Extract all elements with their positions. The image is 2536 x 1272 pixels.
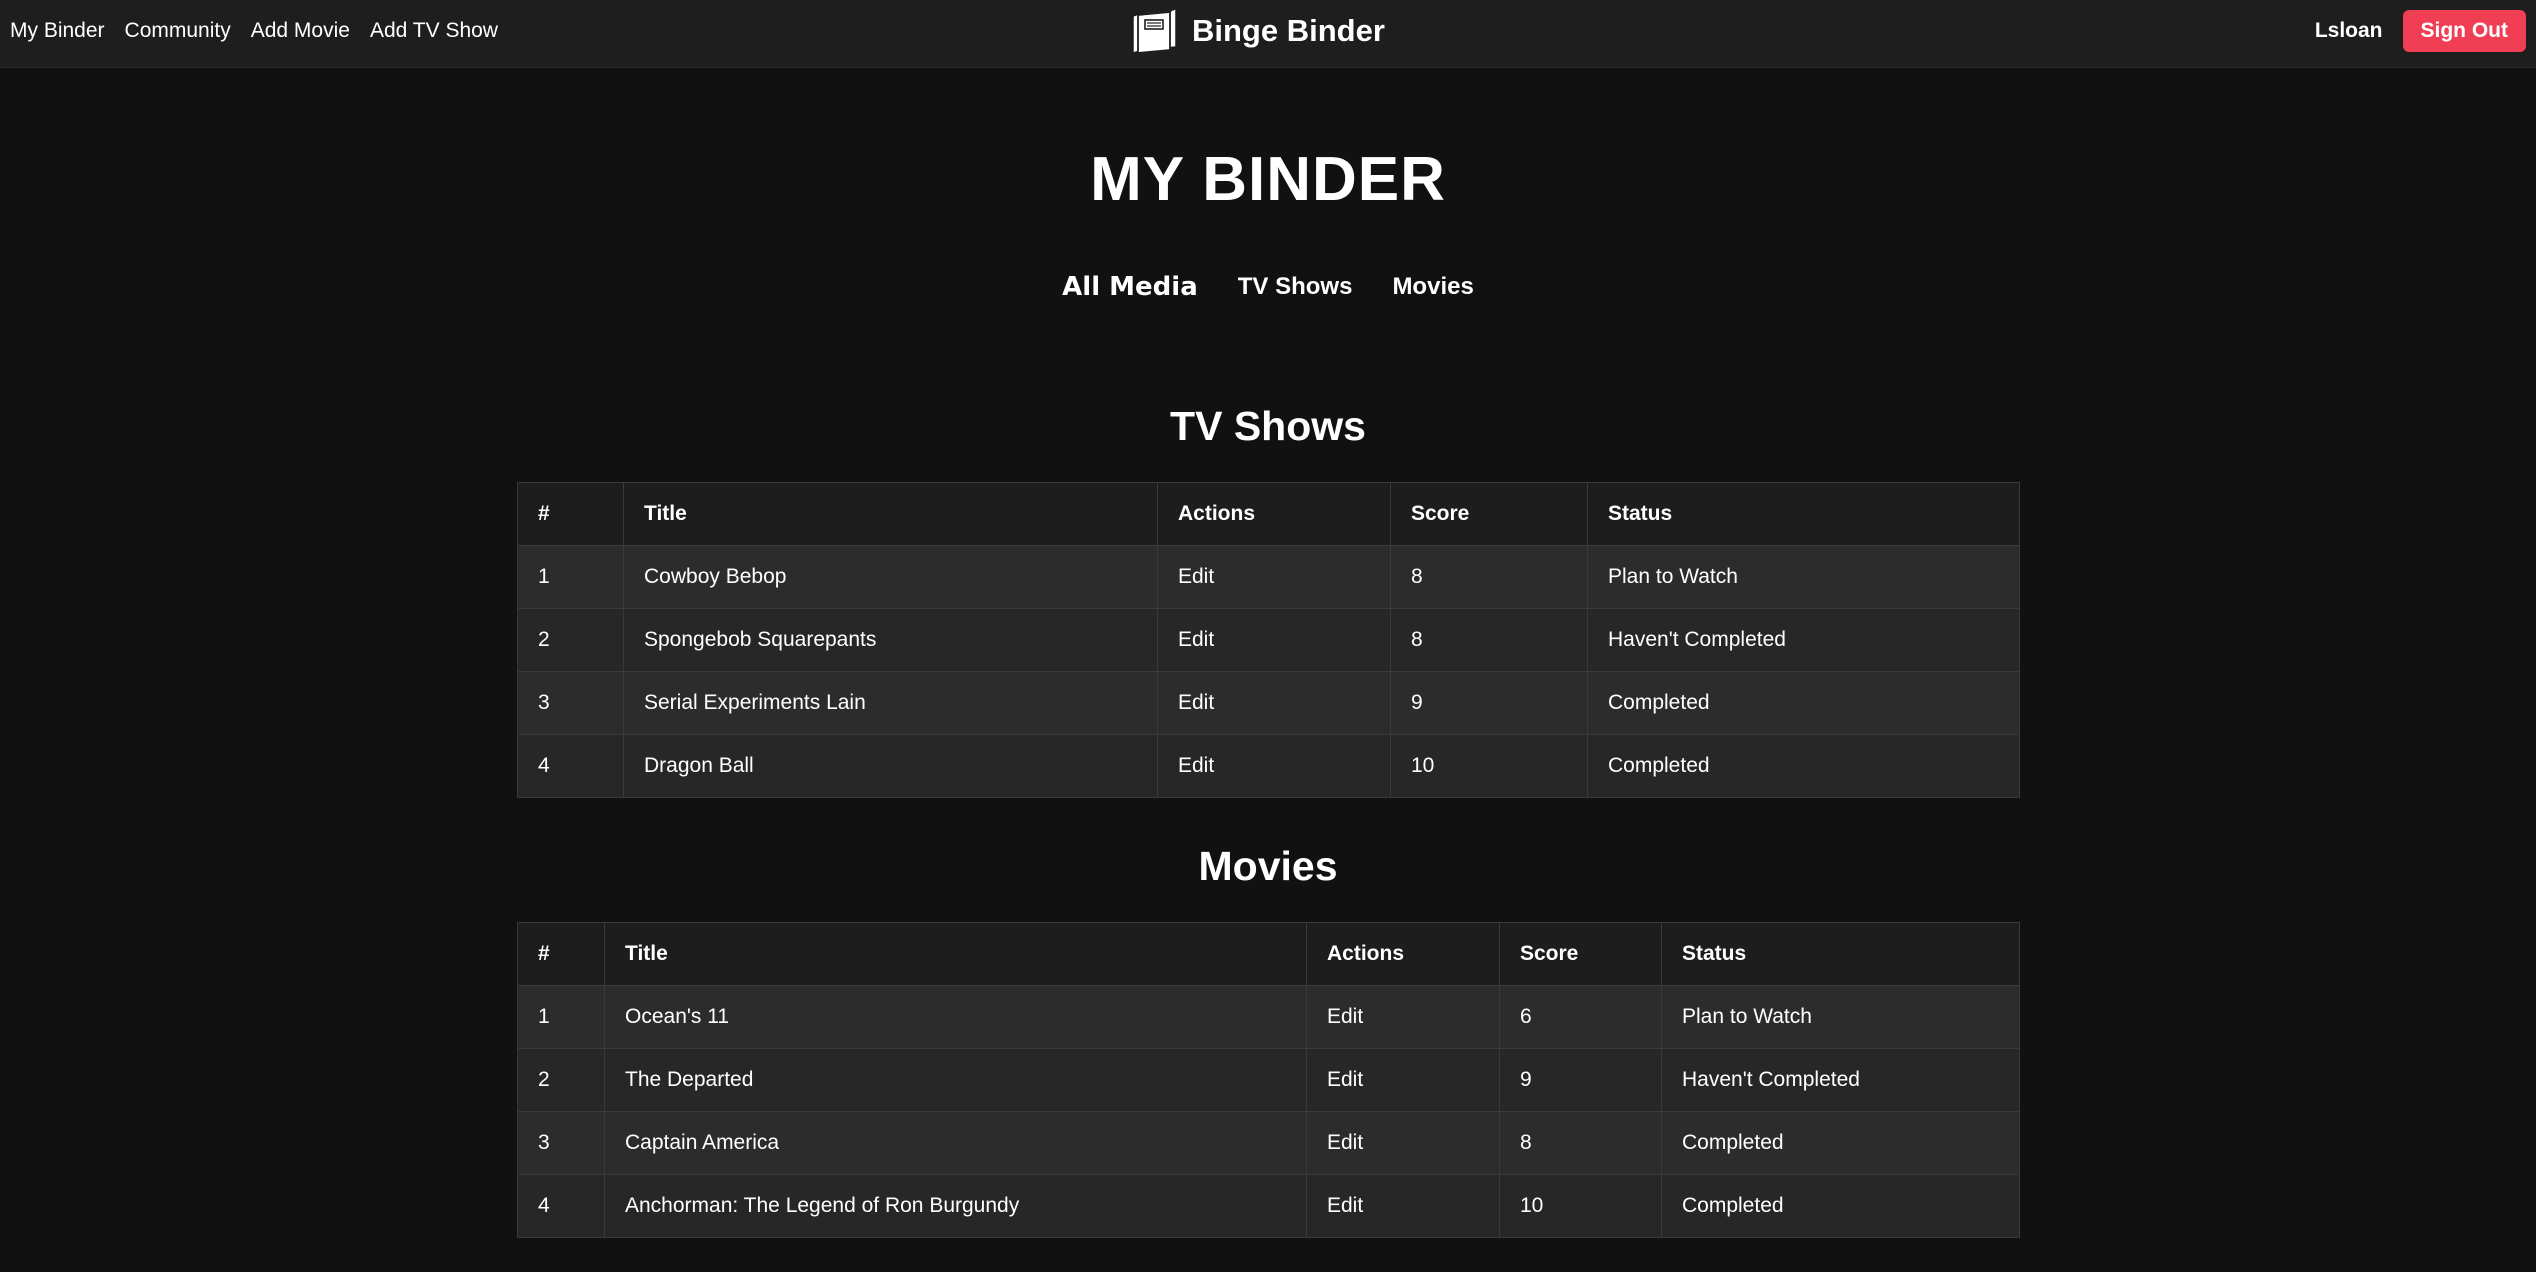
row-title: Ocean's 11 [604, 985, 1307, 1049]
nav-user-area: Lsloan Sign Out [2315, 0, 2526, 62]
row-title: Cowboy Bebop [623, 545, 1158, 609]
row-status: Haven't Completed [1587, 608, 2020, 672]
nav-links: My Binder Community Add Movie Add TV Sho… [10, 0, 498, 62]
row-score: 9 [1390, 671, 1588, 735]
column-header-title: Title [623, 482, 1158, 546]
row-number: 4 [517, 734, 624, 798]
table-row: 3 Serial Experiments Lain Edit 9 Complet… [517, 671, 2020, 735]
table-row: 4 Dragon Ball Edit 10 Completed [517, 734, 2020, 798]
column-header-status: Status [1587, 482, 2020, 546]
edit-link[interactable]: Edit [1306, 1111, 1500, 1175]
row-status: Completed [1661, 1111, 2020, 1175]
table-row: 1 Cowboy Bebop Edit 8 Plan to Watch [517, 545, 2020, 609]
brand[interactable]: Binge Binder [1130, 0, 1385, 62]
row-number: 4 [517, 1174, 605, 1238]
binder-icon [1132, 8, 1177, 54]
row-number: 3 [517, 1111, 605, 1175]
row-status: Completed [1587, 734, 2020, 798]
tab-all-media[interactable]: All Media [1062, 272, 1198, 302]
brand-name: Binge Binder [1192, 13, 1385, 48]
row-title: Anchorman: The Legend of Ron Burgundy [604, 1174, 1307, 1238]
column-header-score: Score [1390, 482, 1588, 546]
column-header-actions: Actions [1157, 482, 1391, 546]
table-row: 2 The Departed Edit 9 Haven't Completed [517, 1048, 2020, 1112]
tab-tv-shows[interactable]: TV Shows [1238, 273, 1353, 301]
movies-table: # Title Actions Score Status 1 Ocean's 1… [517, 922, 2020, 1238]
row-status: Haven't Completed [1661, 1048, 2020, 1112]
edit-link[interactable]: Edit [1157, 671, 1391, 735]
nav-add-tv-show-link[interactable]: Add TV Show [370, 19, 498, 43]
table-row: 4 Anchorman: The Legend of Ron Burgundy … [517, 1174, 2020, 1238]
row-title: Dragon Ball [623, 734, 1158, 798]
row-title: The Departed [604, 1048, 1307, 1112]
table-row: 1 Ocean's 11 Edit 6 Plan to Watch [517, 985, 2020, 1049]
table-row: 2 Spongebob Squarepants Edit 8 Haven't C… [517, 608, 2020, 672]
column-header-number: # [517, 482, 624, 546]
column-header-score: Score [1499, 922, 1662, 986]
media-tabs: All Media TV Shows Movies [0, 272, 2536, 302]
tab-movies[interactable]: Movies [1392, 273, 1473, 301]
nav-community-link[interactable]: Community [125, 19, 231, 43]
edit-link[interactable]: Edit [1306, 985, 1500, 1049]
row-number: 2 [517, 1048, 605, 1112]
edit-link[interactable]: Edit [1157, 734, 1391, 798]
row-status: Plan to Watch [1661, 985, 2020, 1049]
nav-add-movie-link[interactable]: Add Movie [251, 19, 350, 43]
row-title: Captain America [604, 1111, 1307, 1175]
row-score: 10 [1390, 734, 1588, 798]
table-header-row: # Title Actions Score Status [517, 482, 2020, 546]
row-status: Completed [1587, 671, 2020, 735]
table-header-row: # Title Actions Score Status [517, 922, 2020, 986]
username[interactable]: Lsloan [2315, 19, 2383, 43]
row-status: Completed [1661, 1174, 2020, 1238]
tv-shows-table: # Title Actions Score Status 1 Cowboy Be… [517, 482, 2020, 798]
edit-link[interactable]: Edit [1306, 1048, 1500, 1112]
edit-link[interactable]: Edit [1157, 545, 1391, 609]
row-number: 1 [517, 985, 605, 1049]
row-number: 1 [517, 545, 624, 609]
row-score: 10 [1499, 1174, 1662, 1238]
column-header-status: Status [1661, 922, 2020, 986]
tv-shows-heading: TV Shows [1170, 403, 1366, 449]
row-score: 6 [1499, 985, 1662, 1049]
movies-heading: Movies [1198, 843, 1338, 889]
navbar: My Binder Community Add Movie Add TV Sho… [0, 0, 2536, 68]
page-title: MY BINDER [1090, 145, 1446, 214]
row-title: Serial Experiments Lain [623, 671, 1158, 735]
row-title: Spongebob Squarepants [623, 608, 1158, 672]
nav-my-binder-link[interactable]: My Binder [10, 19, 105, 43]
sign-out-button[interactable]: Sign Out [2402, 10, 2526, 52]
column-header-title: Title [604, 922, 1307, 986]
column-header-actions: Actions [1306, 922, 1500, 986]
row-number: 2 [517, 608, 624, 672]
row-score: 8 [1390, 608, 1588, 672]
row-score: 8 [1499, 1111, 1662, 1175]
edit-link[interactable]: Edit [1306, 1174, 1500, 1238]
row-number: 3 [517, 671, 624, 735]
column-header-number: # [517, 922, 605, 986]
row-score: 8 [1390, 545, 1588, 609]
table-row: 3 Captain America Edit 8 Completed [517, 1111, 2020, 1175]
row-status: Plan to Watch [1587, 545, 2020, 609]
edit-link[interactable]: Edit [1157, 608, 1391, 672]
row-score: 9 [1499, 1048, 1662, 1112]
